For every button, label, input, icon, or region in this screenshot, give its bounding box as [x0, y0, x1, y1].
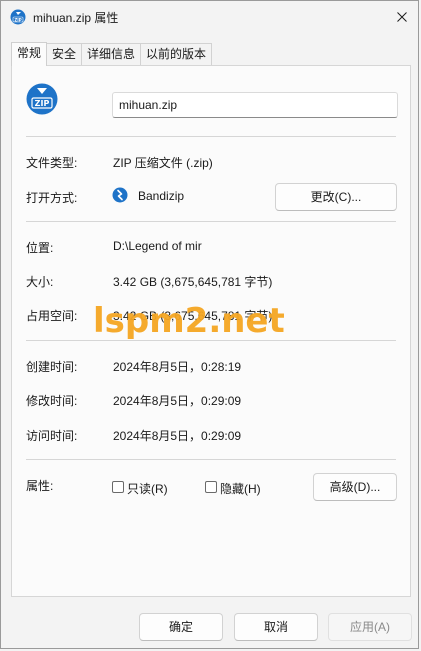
window-title: mihuan.zip 属性	[33, 11, 119, 25]
title-bar: ZIP mihuan.zip 属性	[1, 1, 418, 33]
divider	[26, 221, 396, 222]
advanced-button[interactable]: 高级(D)...	[313, 473, 397, 501]
created-label: 创建时间:	[26, 360, 78, 374]
open-with-value: Bandizip	[138, 189, 185, 203]
accessed-value: 2024年8月5日，0:29:09	[113, 429, 242, 443]
location-value: D:\Legend of mir	[113, 239, 202, 253]
readonly-checkbox[interactable]	[112, 481, 124, 493]
cancel-button[interactable]: 取消	[234, 613, 318, 641]
svg-text:ZIP: ZIP	[14, 17, 21, 22]
tab-security[interactable]: 安全	[46, 43, 83, 65]
attributes-label: 属性:	[26, 479, 54, 493]
size-label: 大小:	[26, 275, 54, 289]
modified-value: 2024年8月5日，0:29:09	[113, 394, 242, 408]
file-type-value: ZIP 压缩文件 (.zip)	[113, 156, 213, 170]
zip-file-icon: ZIP	[26, 83, 58, 115]
tab-previous-versions[interactable]: 以前的版本	[140, 43, 213, 65]
modified-label: 修改时间:	[26, 394, 78, 408]
properties-dialog: ZIP mihuan.zip 属性 常规 安全 详细信息 以前的版本 ZIP 文…	[0, 0, 419, 649]
location-label: 位置:	[26, 241, 54, 255]
tab-details[interactable]: 详细信息	[81, 43, 142, 65]
watermark: lspm2.net	[93, 301, 285, 341]
divider	[26, 459, 396, 460]
size-value: 3.42 GB (3,675,645,781 字节)	[113, 275, 273, 289]
open-with-label: 打开方式:	[26, 191, 78, 205]
accessed-label: 访问时间:	[26, 429, 78, 443]
tab-general[interactable]: 常规	[11, 42, 48, 66]
zip-icon-text: ZIP	[35, 99, 50, 108]
zip-file-icon: ZIP	[10, 9, 26, 25]
close-icon	[397, 12, 407, 22]
apply-button[interactable]: 应用(A)	[328, 613, 412, 641]
readonly-label[interactable]: 只读(R)	[127, 480, 168, 497]
ok-button[interactable]: 确定	[139, 613, 223, 641]
file-name-input[interactable]	[112, 92, 398, 118]
disk-size-label: 占用空间:	[26, 309, 78, 323]
divider	[26, 136, 396, 137]
hidden-checkbox[interactable]	[205, 481, 217, 493]
close-button[interactable]	[386, 1, 418, 33]
change-button[interactable]: 更改(C)...	[275, 183, 397, 211]
created-value: 2024年8月5日，0:28:19	[113, 360, 242, 374]
hidden-label[interactable]: 隐藏(H)	[220, 480, 261, 497]
tab-strip: 常规 安全 详细信息 以前的版本	[11, 42, 213, 66]
bandizip-icon	[112, 187, 128, 203]
file-type-label: 文件类型:	[26, 156, 78, 170]
